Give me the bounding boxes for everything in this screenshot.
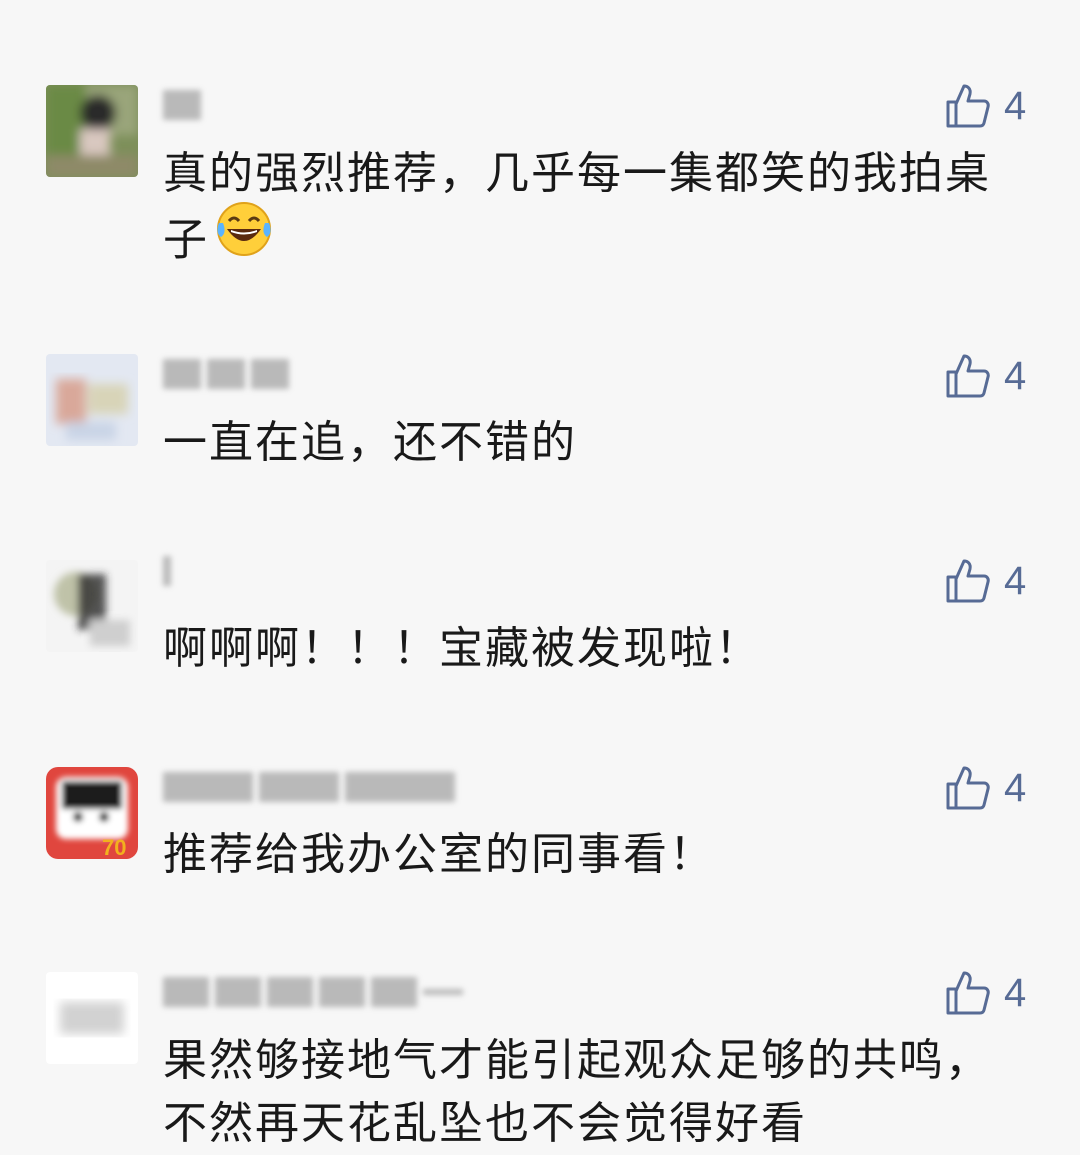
nickname-redacted	[163, 975, 463, 1009]
comment-text: 啊啊啊！！！宝藏被发现啦！	[163, 617, 993, 680]
like-count: 4	[1004, 354, 1027, 398]
comment-content: 果然够接地气才能引起观众足够的共鸣，不然再天花乱坠也不会觉得好看	[163, 1035, 991, 1149]
avatar[interactable]: 70	[46, 767, 138, 859]
svg-text:70: 70	[102, 835, 126, 859]
thumbs-up-icon	[946, 84, 990, 128]
like-count: 4	[1004, 84, 1027, 128]
comment-text: 推荐给我办公室的同事看！	[163, 823, 993, 886]
thumbs-up-icon	[946, 971, 990, 1015]
like-button[interactable]: 4	[944, 557, 1026, 605]
avatar[interactable]	[46, 560, 138, 652]
nickname-redacted	[163, 554, 171, 588]
thumbs-up-icon	[946, 354, 990, 398]
thumbs-up-icon	[946, 766, 990, 810]
nickname-redacted	[163, 88, 201, 122]
comment-content: 推荐给我办公室的同事看！	[163, 829, 715, 880]
laughing-tears-emoji-icon	[213, 199, 275, 274]
avatar[interactable]	[46, 85, 138, 177]
like-count: 4	[1004, 559, 1027, 603]
like-button[interactable]: 4	[944, 764, 1026, 812]
comment-content: 啊啊啊！！！宝藏被发现啦！	[163, 623, 761, 674]
comment-content: 一直在追，还不错的	[163, 417, 577, 468]
comment-text: 真的强烈推荐，几乎每一集都笑的我拍桌子	[163, 142, 993, 280]
thumbs-up-icon	[946, 559, 990, 603]
like-count: 4	[1004, 971, 1027, 1015]
comment-content: 真的强烈推荐，几乎每一集都笑的我拍桌子	[163, 148, 991, 266]
avatar[interactable]	[46, 354, 138, 446]
comment-text: 一直在追，还不错的	[163, 411, 993, 474]
like-button[interactable]: 4	[944, 82, 1026, 130]
nickname-redacted	[163, 770, 455, 804]
like-button[interactable]: 4	[944, 969, 1026, 1017]
like-button[interactable]: 4	[944, 352, 1026, 400]
avatar[interactable]	[46, 972, 138, 1064]
like-count: 4	[1004, 766, 1027, 810]
nickname-redacted	[163, 357, 289, 391]
comment-text: 果然够接地气才能引起观众足够的共鸣，不然再天花乱坠也不会觉得好看	[163, 1029, 993, 1155]
